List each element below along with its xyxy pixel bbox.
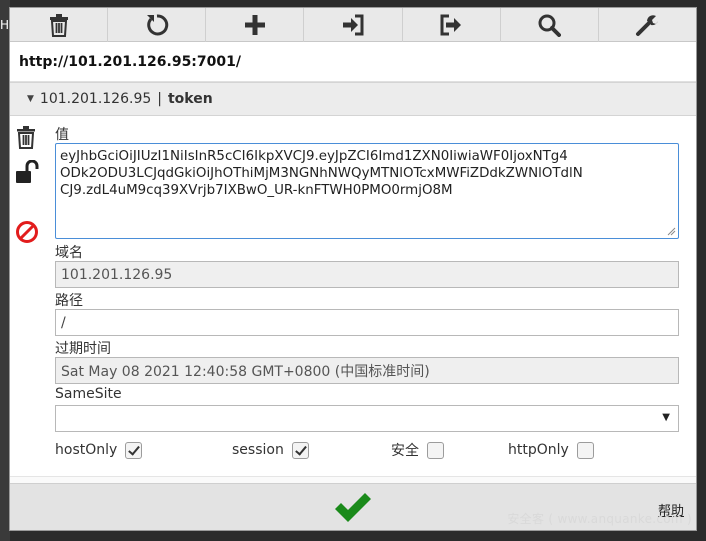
value-label: 值	[55, 127, 69, 143]
delete-cookie-button[interactable]	[15, 125, 37, 153]
export-icon	[440, 14, 462, 36]
hostonly-checkbox[interactable]	[125, 441, 143, 459]
block-icon	[16, 221, 38, 243]
background-text-fragment: H	[0, 18, 10, 32]
trash-icon	[49, 14, 68, 37]
export-button[interactable]	[403, 8, 501, 42]
domain-field[interactable]: 101.201.126.95	[55, 261, 679, 288]
session-option[interactable]: session	[232, 439, 309, 461]
wrench-icon	[636, 15, 659, 36]
trash-icon	[17, 126, 35, 149]
options-button[interactable]	[599, 8, 696, 42]
dropdown-arrow-icon: ▼	[662, 412, 670, 423]
samesite-select[interactable]: ▼	[55, 405, 679, 432]
expires-field[interactable]: Sat May 08 2021 12:40:58 GMT+0800 (中国标准时…	[55, 357, 679, 384]
expires-label: 过期时间	[55, 341, 111, 357]
secure-label: 安全	[391, 443, 419, 459]
import-button[interactable]	[304, 8, 403, 42]
save-button[interactable]	[332, 491, 374, 529]
header-separator: |	[157, 91, 162, 107]
httponly-option[interactable]: httpOnly	[508, 439, 594, 461]
import-icon	[342, 14, 364, 36]
checkmark-icon	[335, 493, 371, 522]
cookie-header[interactable]: ▼ 101.201.126.95 | token	[10, 82, 696, 116]
value-line: ODk2ODU3LCJqdGkiOiJhOThiMjM3NGNhNWQyMTNl…	[60, 166, 583, 181]
domain-label: 域名	[55, 245, 83, 261]
watermark: 安全客 ( www.anquanke.com )	[507, 512, 692, 526]
httponly-label: httpOnly	[508, 442, 569, 458]
cookie-editor-panel: http://101.201.126.95:7001/ ▼ 101.201.12…	[9, 7, 697, 531]
hostonly-label: hostOnly	[55, 442, 118, 458]
cookie-name: token	[167, 91, 213, 107]
resize-grip-icon[interactable]	[667, 227, 676, 236]
current-url: http://101.201.126.95:7001/	[10, 42, 696, 82]
samesite-label: SameSite	[55, 386, 122, 402]
secure-option[interactable]: 安全	[391, 439, 444, 461]
block-cookie-button[interactable]	[15, 220, 39, 248]
path-field[interactable]: /	[55, 309, 679, 336]
plus-icon	[244, 15, 265, 35]
unlock-icon	[16, 159, 39, 183]
session-label: session	[232, 442, 284, 458]
lock-toggle-button[interactable]	[15, 159, 43, 188]
hostonly-option[interactable]: hostOnly	[55, 439, 143, 461]
add-cookie-button[interactable]	[206, 8, 305, 42]
value-line: CJ9.zdL4uM9cq39XVrjb7IXBwO_UR-knFTWH0PMO…	[60, 183, 453, 198]
refresh-button[interactable]	[108, 8, 207, 42]
refresh-icon	[146, 14, 168, 36]
value-textarea[interactable]: eyJhbGciOiJIUzI1NiIsInR5cCI6IkpXVCJ9.eyJ…	[55, 143, 679, 239]
search-icon	[538, 14, 562, 37]
search-button[interactable]	[501, 8, 599, 42]
session-checkbox[interactable]	[291, 441, 309, 459]
footer-divider	[10, 476, 696, 483]
secure-checkbox[interactable]	[427, 441, 444, 459]
cookie-domain: 101.201.126.95	[39, 91, 152, 107]
collapse-triangle-icon[interactable]: ▼	[27, 94, 34, 104]
delete-all-button[interactable]	[10, 8, 109, 42]
httponly-checkbox[interactable]	[576, 441, 594, 459]
toolbar	[10, 8, 696, 42]
value-line: eyJhbGciOiJIUzI1NiIsInR5cCI6IkpXVCJ9.eyJ…	[60, 149, 568, 164]
path-label: 路径	[55, 293, 83, 309]
